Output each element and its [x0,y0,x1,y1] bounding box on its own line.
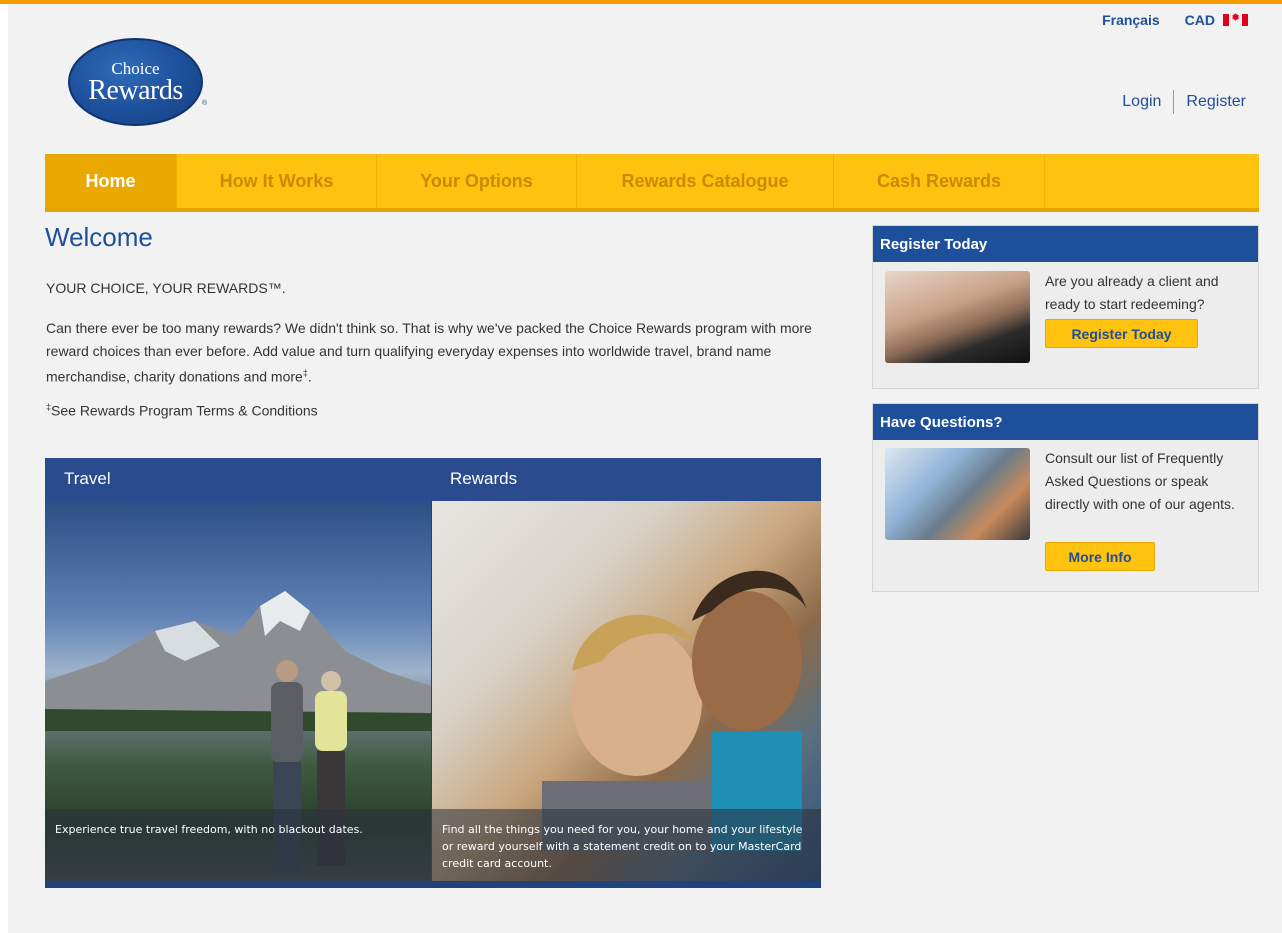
promo-panel: Travel Rewards Experience true travel fr… [45,458,821,888]
typing-hands-image [885,271,1030,363]
more-info-button[interactable]: More Info [1045,542,1155,571]
auth-divider [1173,90,1175,114]
currency-selector[interactable]: CAD [1185,12,1215,28]
page-title: Welcome [45,222,153,252]
questions-box-text: Consult our list of Frequently Asked Que… [1045,450,1235,512]
register-box-text: Are you already a client and ready to st… [1045,273,1219,312]
auth-links: Login Register [1122,90,1246,114]
nav-how-it-works[interactable]: How It Works [177,154,377,208]
canada-flag-icon: ✹ [1223,12,1248,26]
terms-link[interactable]: ‡See Rewards Program Terms & Conditions [46,402,318,419]
register-link[interactable]: Register [1186,93,1246,111]
promo-header: Travel Rewards [45,458,821,501]
language-currency-bar: Français CAD ✹ [1102,12,1248,28]
register-today-box: Register Today Are you already a client … [872,225,1259,389]
travel-image[interactable]: Experience true travel freedom, with no … [45,501,431,881]
page: Choice Rewards ® Français CAD ✹ Login Re… [8,4,1282,933]
nav-home[interactable]: Home [45,154,177,208]
intro-text: Can there ever be too many rewards? We d… [46,320,812,385]
mountain-illustration [45,591,431,731]
rewards-caption: Find all the things you need for you, yo… [432,809,821,881]
promo-tab-travel[interactable]: Travel [64,469,111,489]
nav-your-options[interactable]: Your Options [377,154,577,208]
travel-caption: Experience true travel freedom, with no … [45,809,431,881]
rewards-image[interactable]: Find all the things you need for you, yo… [432,501,821,881]
cell-phone-image [885,448,1030,540]
choice-rewards-logo[interactable]: Choice Rewards [68,38,203,126]
register-today-button[interactable]: Register Today [1045,319,1198,348]
intro-end: . [307,368,312,385]
tagline: YOUR CHOICE, YOUR REWARDS™. [46,280,286,296]
language-link[interactable]: Français [1102,12,1160,28]
terms-text: See Rewards Program Terms & Conditions [51,402,318,419]
intro-paragraph: Can there ever be too many rewards? We d… [46,317,846,388]
register-box-title: Register Today [873,226,1258,262]
promo-tab-rewards[interactable]: Rewards [450,469,517,489]
logo-registered-mark: ® [202,100,208,107]
logo-line-2: Rewards [88,75,183,106]
login-link[interactable]: Login [1122,93,1161,111]
main-nav: Home How It Works Your Options Rewards C… [45,154,1259,212]
nav-rewards-catalogue[interactable]: Rewards Catalogue [577,154,834,208]
teens-illustration [542,570,807,851]
have-questions-box: Have Questions? Consult our list of Freq… [872,403,1259,592]
questions-box-title: Have Questions? [873,404,1258,440]
nav-cash-rewards[interactable]: Cash Rewards [834,154,1045,208]
